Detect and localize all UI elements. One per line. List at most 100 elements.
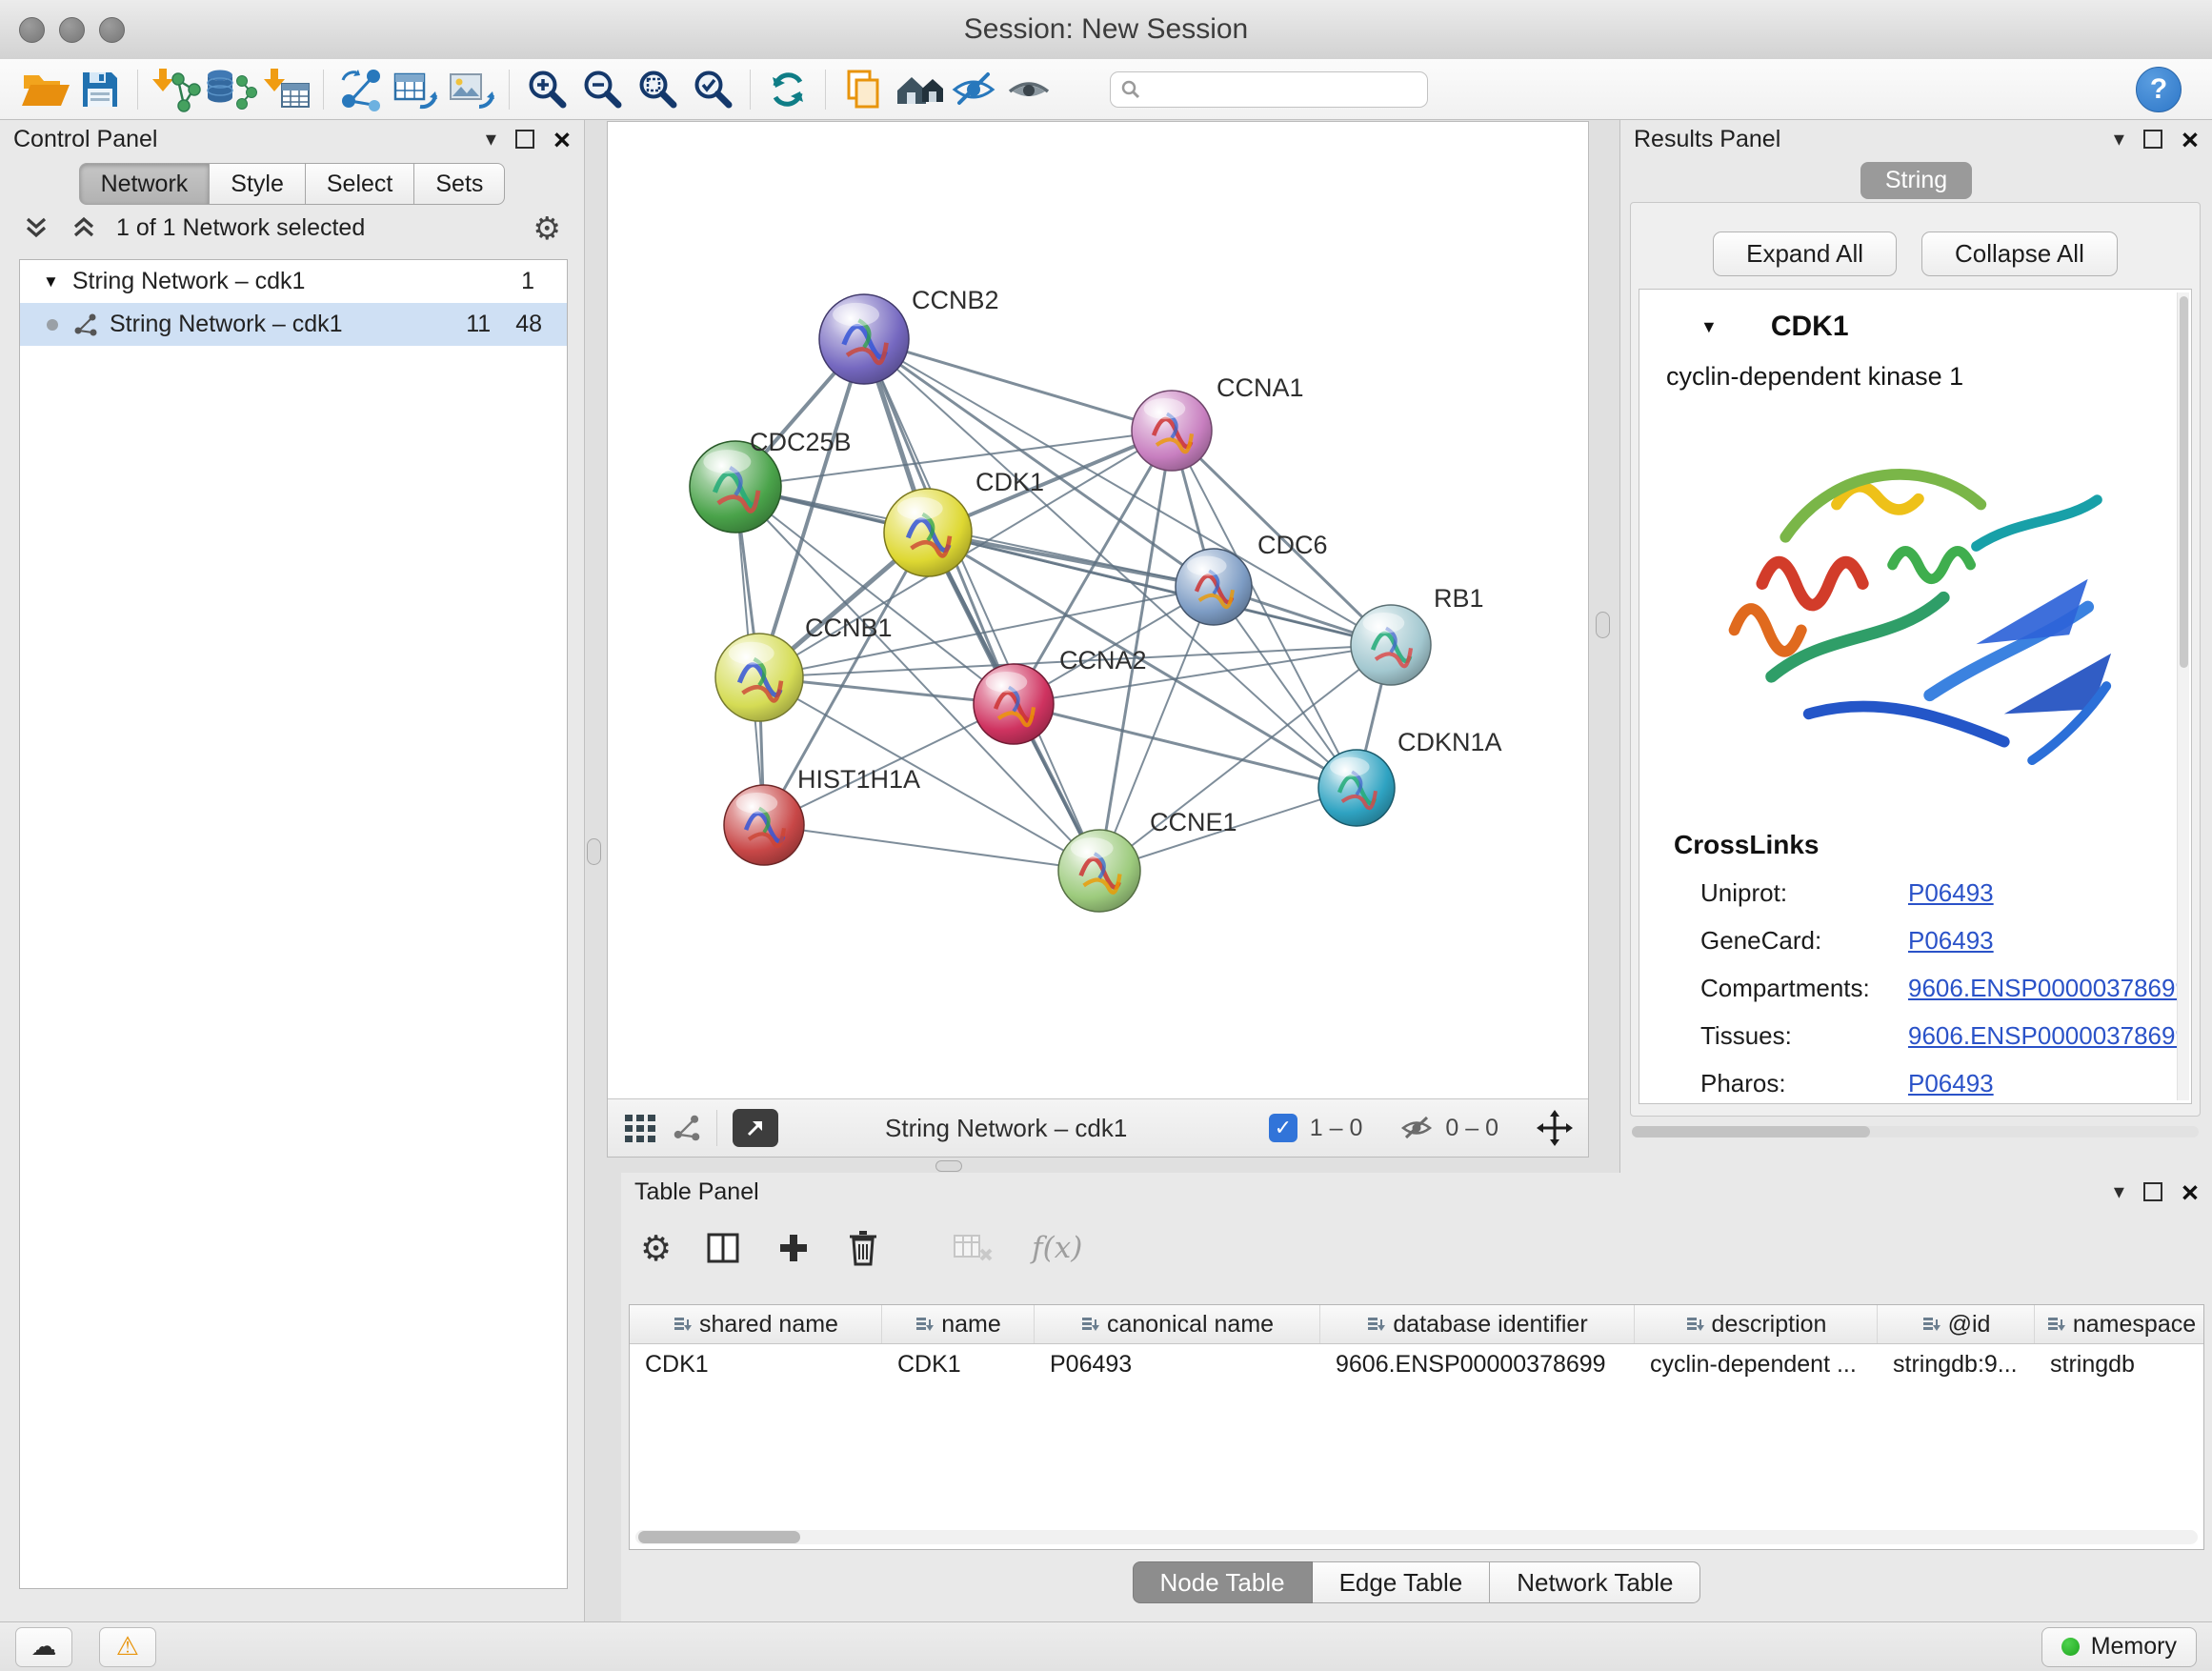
column-header-6[interactable]: namespace	[2035, 1305, 2204, 1343]
help-icon: ?	[2150, 73, 2167, 106]
network-node-CDK1[interactable]	[884, 489, 972, 576]
zoom-selected-button[interactable]	[685, 63, 740, 116]
panel-float-icon[interactable]	[2143, 1182, 2162, 1201]
import-network-from-database-button[interactable]	[203, 63, 258, 116]
panel-float-icon[interactable]	[2143, 130, 2162, 149]
splitter-handle[interactable]	[1596, 612, 1610, 638]
hidden-eye-icon[interactable]	[1400, 1115, 1433, 1141]
network-glyph-icon[interactable]	[673, 1115, 701, 1141]
expand-all-icon[interactable]	[70, 215, 97, 240]
show-columns-icon[interactable]	[704, 1229, 742, 1267]
panel-menu-icon[interactable]: ▾	[2114, 129, 2124, 150]
network-node-CDKN1A[interactable]	[1318, 750, 1395, 826]
fit-content-button[interactable]	[630, 63, 685, 116]
search-input[interactable]	[1149, 75, 1418, 104]
network-node-CCNA2[interactable]	[974, 664, 1054, 744]
import-table-from-file-icon	[261, 67, 311, 112]
network-node-HIST1H1A[interactable]	[724, 785, 804, 865]
network-node-CCNE1[interactable]	[1058, 830, 1140, 912]
network-node-CCNB2[interactable]	[819, 294, 909, 384]
crosslink-value[interactable]: P06493	[1908, 1069, 1994, 1098]
open-in-window-button[interactable]	[733, 1109, 778, 1147]
network-canvas[interactable]: CCNB2CCNA1CDC25BCDK1CDC6RB1CCNB1CCNA2CDK…	[608, 122, 1588, 1098]
horizontal-scrollbar[interactable]	[1632, 1126, 2199, 1137]
home-button[interactable]	[891, 63, 946, 116]
collapse-all-button[interactable]: Collapse All	[1921, 232, 2118, 276]
network-node-CCNB1[interactable]	[715, 634, 803, 721]
panel-close-icon[interactable]: ×	[2182, 125, 2199, 154]
network-node-CDC6[interactable]	[1176, 549, 1252, 625]
import-network-from-database-icon	[204, 67, 257, 112]
search-box[interactable]	[1110, 71, 1428, 108]
import-network-from-file-button[interactable]	[148, 63, 203, 116]
selected-checkbox[interactable]: ✓	[1269, 1114, 1297, 1142]
tab-edge-table[interactable]: Edge Table	[1313, 1561, 1491, 1603]
network-edge[interactable]	[764, 825, 1099, 871]
minimize-window-button[interactable]	[59, 17, 85, 43]
crosslink-value[interactable]: P06493	[1908, 926, 1994, 956]
warnings-button[interactable]: ⚠	[99, 1627, 156, 1667]
open-session-button[interactable]	[17, 63, 72, 116]
create-network-from-table-button[interactable]	[389, 63, 444, 116]
clone-network-button[interactable]	[333, 63, 389, 116]
expand-all-button[interactable]: Expand All	[1713, 232, 1897, 276]
column-header-5[interactable]: @id	[1878, 1305, 2035, 1343]
column-header-1[interactable]: name	[882, 1305, 1035, 1343]
refresh-view-button[interactable]	[760, 63, 815, 116]
network-view-toolbar: String Network – cdk1 ✓ 1 – 0 0 – 0	[608, 1098, 1588, 1157]
disclosure-triangle-icon[interactable]: ▼	[1700, 317, 1718, 337]
hide-selected-button[interactable]	[946, 63, 1001, 116]
column-header-3[interactable]: database identifier	[1320, 1305, 1635, 1343]
panel-float-icon[interactable]	[515, 130, 534, 149]
tab-sets[interactable]: Sets	[414, 163, 505, 205]
network-node-CCNA1[interactable]	[1132, 391, 1212, 471]
column-header-0[interactable]: shared name	[630, 1305, 882, 1343]
add-column-icon[interactable]	[774, 1229, 813, 1267]
birdseye-icon[interactable]	[623, 1113, 657, 1143]
disclosure-triangle-icon[interactable]: ▼	[43, 272, 59, 292]
crosslink-row: Compartments:9606.ENSP00000378699	[1639, 974, 2191, 1003]
tab-select[interactable]: Select	[306, 163, 414, 205]
network-row[interactable]: String Network – cdk1 11 48	[20, 303, 567, 346]
splitter-handle[interactable]	[935, 1160, 962, 1172]
show-all-button[interactable]	[1001, 63, 1056, 116]
gear-icon[interactable]: ⚙	[533, 212, 561, 244]
crosslink-value[interactable]: 9606.ENSP00000378699	[1908, 974, 2189, 1003]
panel-menu-icon[interactable]: ▾	[486, 129, 496, 150]
tab-network[interactable]: Network	[79, 163, 211, 205]
tab-string[interactable]: String	[1860, 162, 1972, 199]
vertical-scrollbar[interactable]	[2177, 292, 2189, 1100]
export-image-button[interactable]	[444, 63, 499, 116]
function-builder-icon[interactable]: f(x)	[1032, 1231, 1082, 1265]
tab-style[interactable]: Style	[210, 163, 306, 205]
crosslink-value[interactable]: 9606.ENSP00000378699	[1908, 1021, 2189, 1051]
tab-node-table[interactable]: Node Table	[1133, 1561, 1313, 1603]
network-node-RB1[interactable]	[1351, 605, 1431, 685]
crosslink-value[interactable]: P06493	[1908, 878, 1994, 908]
splitter-handle[interactable]	[587, 838, 601, 865]
column-header-4[interactable]: description	[1635, 1305, 1878, 1343]
save-session-button[interactable]	[72, 63, 128, 116]
column-header-2[interactable]: canonical name	[1035, 1305, 1320, 1343]
network-collection-row[interactable]: ▼ String Network – cdk1 1	[20, 260, 567, 303]
move-crosshair-icon[interactable]	[1537, 1110, 1573, 1146]
help-button[interactable]: ?	[2136, 67, 2182, 112]
memory-button[interactable]: Memory	[2041, 1627, 2197, 1667]
maximize-window-button[interactable]	[99, 17, 125, 43]
cloud-button[interactable]: ☁	[15, 1627, 72, 1667]
panel-close-icon[interactable]: ×	[553, 125, 571, 154]
table-horizontal-scrollbar[interactable]	[635, 1530, 2198, 1544]
zoom-out-button[interactable]	[574, 63, 630, 116]
tab-network-table[interactable]: Network Table	[1490, 1561, 1700, 1603]
collapse-all-icon[interactable]	[23, 215, 50, 240]
delete-column-icon[interactable]	[845, 1228, 881, 1268]
table-settings-icon[interactable]: ⚙	[640, 1231, 672, 1266]
network-edge[interactable]	[864, 339, 1172, 431]
table-row[interactable]: CDK1CDK1P064939606.ENSP00000378699cyclin…	[630, 1344, 2203, 1384]
import-table-from-file-button[interactable]	[258, 63, 313, 116]
panel-close-icon[interactable]: ×	[2182, 1178, 2199, 1207]
panel-menu-icon[interactable]: ▾	[2114, 1181, 2124, 1202]
close-window-button[interactable]	[19, 17, 45, 43]
copy-document-button[interactable]	[835, 63, 891, 116]
zoom-in-button[interactable]	[519, 63, 574, 116]
